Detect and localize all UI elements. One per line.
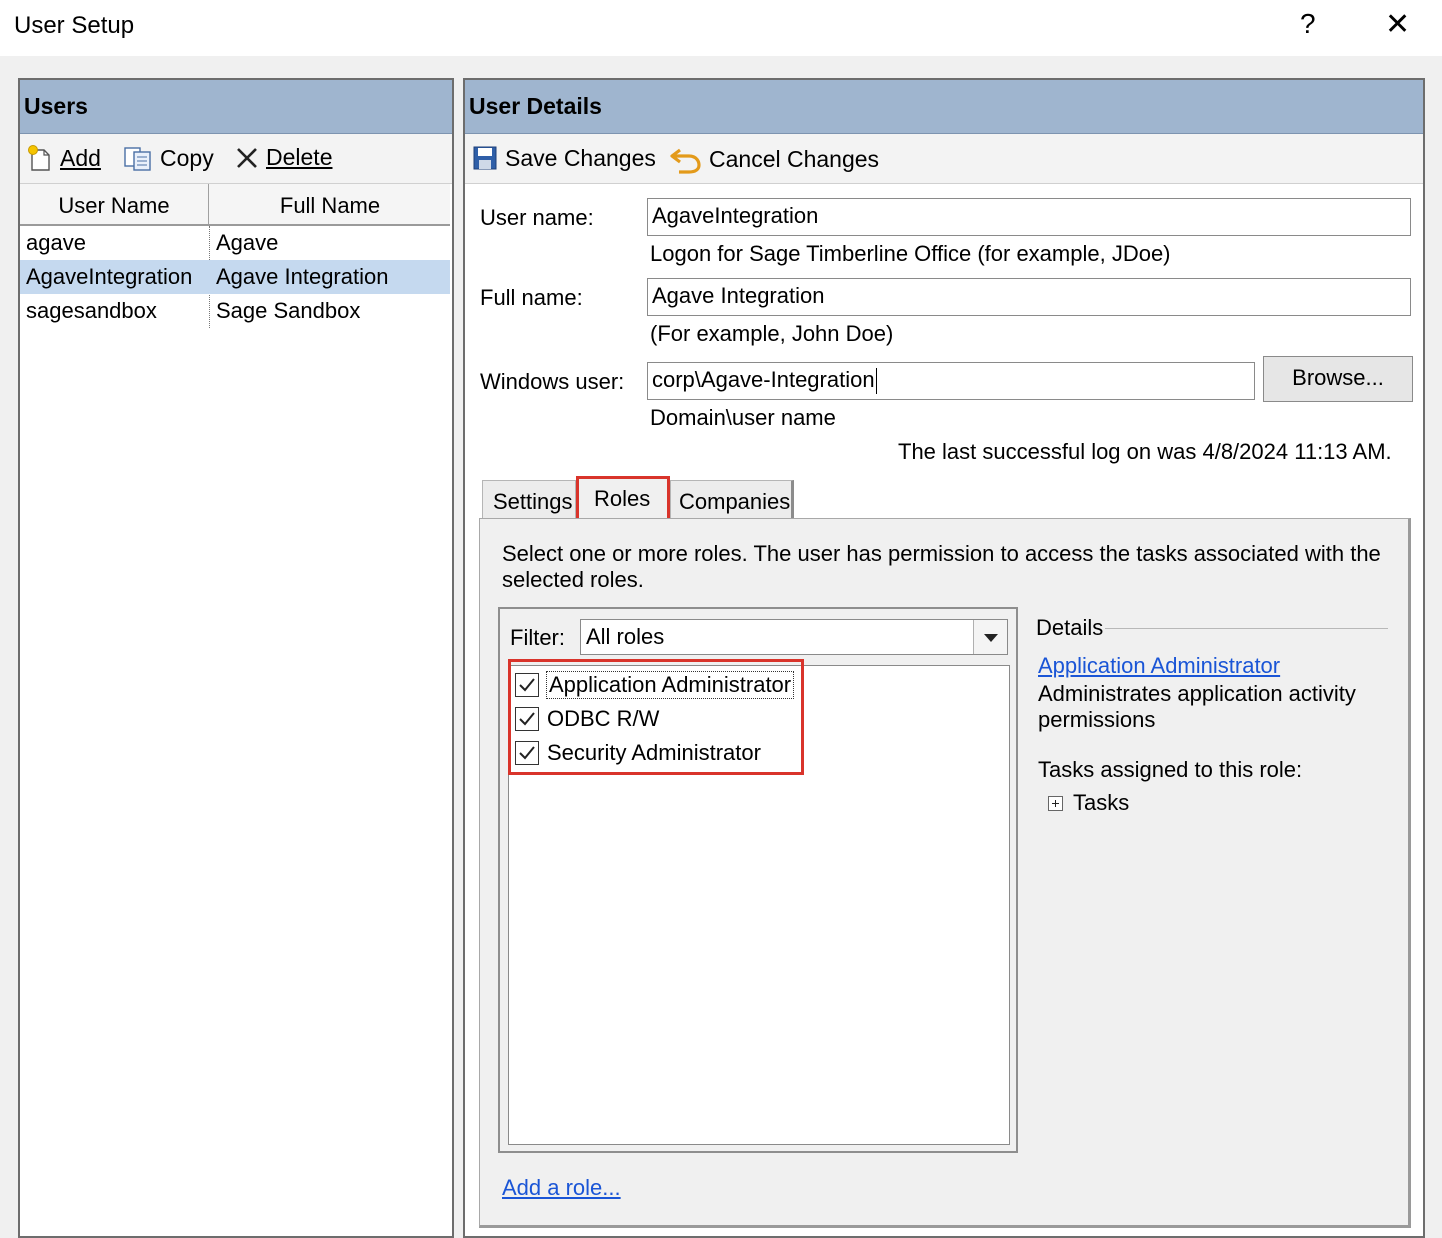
- add-user-button[interactable]: Add: [26, 144, 101, 172]
- user-name-hint: Logon for Sage Timberline Office (for ex…: [650, 241, 1171, 266]
- users-toolbar: Add Copy Delete: [20, 134, 452, 184]
- roles-list[interactable]: Application Administrator ODBC R/W Secur…: [508, 665, 1010, 1145]
- checkbox-checked-icon[interactable]: [515, 707, 539, 731]
- delete-user-button[interactable]: Delete: [234, 144, 332, 171]
- tasks-label: Tasks assigned to this role:: [1038, 757, 1303, 782]
- undo-arrow-icon: [670, 148, 701, 174]
- windows-user-value: corp\Agave-Integration: [652, 367, 875, 392]
- last-logon-text: The last successful log on was 4/8/2024 …: [898, 439, 1392, 464]
- copy-label: Copy: [160, 144, 214, 171]
- role-label: Application Administrator: [545, 671, 795, 699]
- user-details-panel: User Details Save Changes Cancel Changes…: [463, 78, 1425, 1238]
- tasks-tree-node[interactable]: Tasks: [1048, 790, 1129, 816]
- user-name-cell: agave: [26, 230, 86, 255]
- tab-settings-label: Settings: [493, 489, 573, 514]
- cancel-changes-label: Cancel Changes: [709, 145, 880, 172]
- copy-user-button[interactable]: Copy: [122, 144, 214, 172]
- tab-companies[interactable]: Companies: [670, 480, 794, 518]
- user-details-header: User Details: [465, 80, 1423, 134]
- help-button[interactable]: ?: [1300, 8, 1316, 40]
- checkbox-checked-icon[interactable]: [515, 673, 539, 697]
- user-name-cell: sagesandbox: [26, 298, 157, 323]
- table-row-selected[interactable]: AgaveIntegration Agave Integration: [20, 260, 450, 294]
- users-panel: Users Add Copy Delete User Name Full Nam…: [18, 78, 454, 1238]
- full-name-cell: Agave: [216, 230, 279, 255]
- save-changes-label: Save Changes: [505, 144, 656, 171]
- chevron-down-icon[interactable]: [973, 620, 1007, 654]
- close-button[interactable]: ✕: [1385, 7, 1410, 42]
- role-label: Security Administrator: [547, 740, 761, 765]
- column-header-full-name[interactable]: Full Name: [210, 184, 450, 224]
- details-toolbar: Save Changes Cancel Changes: [465, 134, 1423, 184]
- add-label: Add: [60, 144, 101, 171]
- browse-button[interactable]: Browse...: [1263, 356, 1413, 402]
- title-bar: User Setup ? ✕: [0, 0, 1442, 56]
- delete-label: Delete: [266, 144, 333, 170]
- delete-x-icon: [237, 147, 257, 168]
- expand-plus-icon[interactable]: [1048, 795, 1063, 811]
- full-name-cell: Agave Integration: [216, 264, 389, 289]
- details-title: Details: [1036, 615, 1106, 641]
- users-panel-header: Users: [20, 80, 452, 134]
- add-role-link[interactable]: Add a role...: [502, 1175, 621, 1201]
- role-details-link[interactable]: Application Administrator: [1038, 653, 1280, 679]
- role-label: ODBC R/W: [547, 706, 660, 731]
- filter-select-value: All roles: [586, 624, 665, 649]
- cancel-changes-button[interactable]: Cancel Changes: [669, 144, 879, 174]
- checkbox-checked-icon[interactable]: [515, 741, 539, 765]
- tab-roles-label: Roles: [594, 486, 651, 511]
- user-name-label: User name:: [480, 205, 594, 230]
- roles-filter-group: Filter: All roles Application Administra…: [498, 607, 1018, 1153]
- tab-companies-label: Companies: [679, 489, 791, 514]
- table-row[interactable]: sagesandbox Sage Sandbox: [20, 294, 450, 328]
- role-item-security-administrator[interactable]: Security Administrator: [515, 740, 761, 766]
- users-grid-header: User Name Full Name: [20, 184, 450, 226]
- full-name-label: Full name:: [480, 285, 583, 310]
- save-floppy-icon: [473, 146, 497, 170]
- roles-tab-panel: Select one or more roles. The user has p…: [479, 518, 1411, 1228]
- roles-instructions: Select one or more roles. The user has p…: [502, 541, 1381, 592]
- details-group: Details Application Administrator Admini…: [1036, 615, 1388, 835]
- role-item-odbc-rw[interactable]: ODBC R/W: [515, 706, 659, 732]
- table-row[interactable]: agave Agave: [20, 226, 450, 260]
- filter-label: Filter:: [510, 625, 565, 650]
- user-name-input[interactable]: AgaveIntegration: [647, 198, 1411, 236]
- tab-roles[interactable]: Roles: [577, 476, 669, 520]
- tab-settings[interactable]: Settings: [482, 480, 576, 518]
- role-description: Administrates application activity permi…: [1038, 681, 1356, 732]
- save-changes-button[interactable]: Save Changes: [471, 144, 656, 172]
- windows-user-input[interactable]: corp\Agave-Integration: [647, 362, 1255, 400]
- windows-user-hint: Domain\user name: [650, 405, 836, 430]
- copy-icon: [124, 147, 151, 171]
- role-item-application-administrator[interactable]: Application Administrator: [515, 671, 795, 699]
- filter-select[interactable]: All roles: [580, 619, 1008, 655]
- full-name-cell: Sage Sandbox: [216, 298, 361, 323]
- window-title: User Setup: [14, 12, 135, 39]
- text-caret: [875, 368, 877, 395]
- windows-user-label: Windows user:: [480, 369, 625, 394]
- full-name-input[interactable]: Agave Integration: [647, 278, 1411, 316]
- tasks-node-label: Tasks: [1073, 790, 1130, 815]
- column-header-user-name[interactable]: User Name: [20, 184, 209, 224]
- new-document-icon: [28, 145, 50, 171]
- full-name-hint: (For example, John Doe): [650, 321, 894, 346]
- user-name-cell: AgaveIntegration: [26, 264, 193, 289]
